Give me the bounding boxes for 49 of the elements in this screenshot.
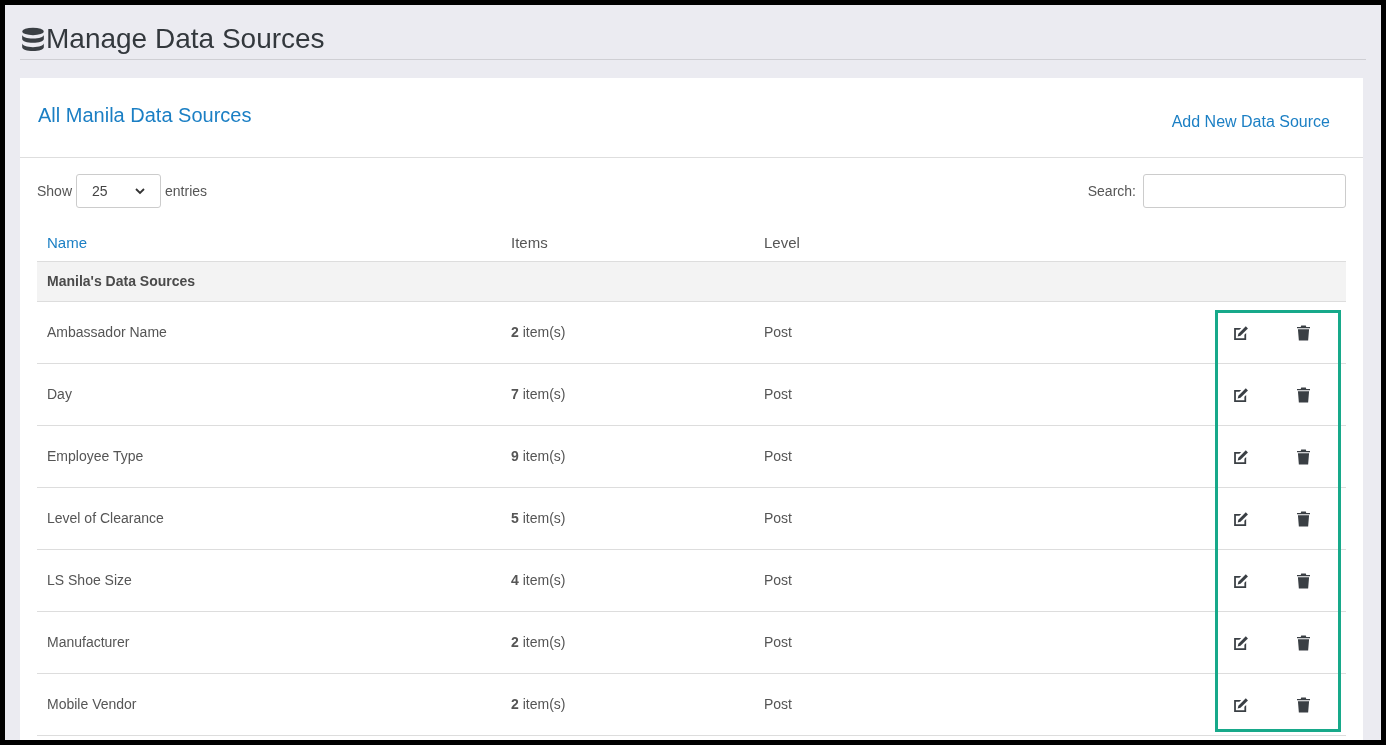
items-cell-text: 5 item(s)	[511, 509, 566, 528]
search-label: Search:	[1087, 181, 1136, 201]
database-icon	[20, 26, 46, 52]
level-cell-text: Post	[764, 447, 792, 466]
trash-icon[interactable]	[1297, 448, 1310, 465]
entries-dropdown[interactable]: 25	[76, 174, 162, 208]
trash-icon[interactable]	[1297, 386, 1310, 403]
name-cell-text: LS Shoe Size	[46, 571, 132, 590]
items-cell-text: 7 item(s)	[511, 385, 566, 404]
column-header[interactable]: Name	[37, 232, 87, 255]
name-cell-text: Employee Type	[46, 447, 144, 466]
edit-icon[interactable]	[1232, 386, 1249, 403]
edit-icon[interactable]	[1232, 324, 1249, 341]
name-cell-text: Ambassador Name	[46, 323, 167, 342]
edit-icon[interactable]	[1232, 572, 1249, 589]
edit-icon[interactable]	[1232, 510, 1249, 527]
items-cell-text: 4 item(s)	[511, 571, 566, 590]
level-cell-text: Post	[764, 323, 792, 342]
level-cell-text: Post	[764, 509, 792, 528]
group-label: Manila's Data Sources	[47, 272, 196, 291]
trash-icon[interactable]	[1297, 696, 1310, 713]
trash-icon[interactable]	[1297, 324, 1310, 341]
level-cell-text: Post	[764, 633, 792, 652]
name-cell-text: Level of Clearance	[46, 509, 164, 528]
items-cell-text: 2 item(s)	[511, 695, 566, 714]
level-cell-text: Post	[764, 571, 792, 590]
add-data-source-link[interactable]: Add New Data Source	[1171, 110, 1330, 134]
card-title: All Manila Data Sources	[38, 103, 252, 128]
name-cell-text: Manufacturer	[46, 633, 130, 652]
search-field[interactable]	[1143, 174, 1346, 208]
trash-icon[interactable]	[1297, 572, 1310, 589]
name-cell-text: Mobile Vendor	[46, 695, 137, 714]
items-cell-text: 2 item(s)	[511, 323, 566, 342]
edit-icon[interactable]	[1232, 696, 1249, 713]
chevron-down-icon	[135, 187, 146, 195]
entries-label: entries	[165, 181, 208, 201]
show-label: Show	[37, 181, 73, 201]
edit-icon[interactable]	[1232, 448, 1249, 465]
column-header: Level	[764, 233, 800, 254]
trash-icon[interactable]	[1297, 510, 1310, 527]
page-title: Manage Data Sources	[46, 25, 325, 53]
edit-icon[interactable]	[1232, 634, 1249, 651]
column-header: Items	[511, 233, 548, 254]
level-cell-text: Post	[764, 695, 792, 714]
items-cell-text: 9 item(s)	[511, 447, 566, 466]
name-cell-text: Day	[46, 385, 72, 404]
items-cell-text: 2 item(s)	[511, 633, 566, 652]
level-cell-text: Post	[764, 385, 792, 404]
trash-icon[interactable]	[1297, 634, 1310, 651]
